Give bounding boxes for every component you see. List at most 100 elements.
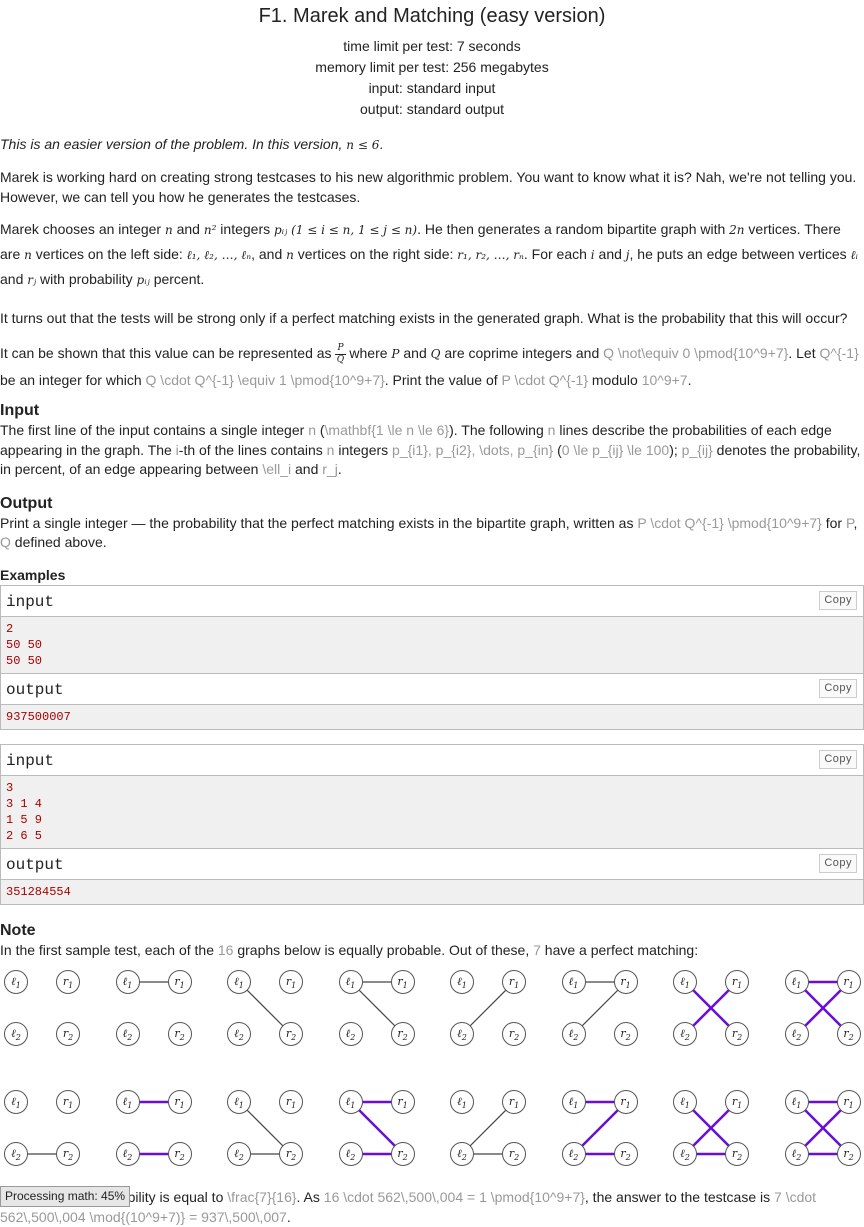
graph-vertex-r1: r1 [391, 1090, 415, 1114]
tex-fraction: \frac{7}{16} [227, 1189, 296, 1205]
example-output-label: output [6, 854, 64, 876]
example-2: input Copy 3 3 1 4 1 5 9 2 6 5 output Co… [0, 744, 864, 905]
graph-vertex-r2: r2 [279, 1142, 303, 1166]
input-text: . [338, 461, 342, 477]
bipartite-graph: ℓ1r1ℓ2r2 [558, 966, 644, 1052]
graph-vertex-l2: ℓ2 [562, 1022, 586, 1046]
math-pij: pᵢⱼ [137, 273, 150, 287]
tex-n-range: \mathbf{1 \le n \le 6} [325, 422, 450, 438]
graph-vertex-l1: ℓ1 [673, 970, 697, 994]
output-text: defined above. [11, 534, 107, 550]
graph-vertex-l1: ℓ1 [785, 1090, 809, 1114]
p2-text: vertices on the right side: [294, 246, 457, 262]
graph-vertex-r2: r2 [837, 1142, 861, 1166]
statement-p3: It turns out that the tests will be stro… [0, 306, 864, 330]
math-n: n [165, 223, 173, 237]
copy-button[interactable]: Copy [819, 591, 857, 610]
bipartite-graphs-grid: ℓ1r1ℓ2r2ℓ1r1ℓ2r2ℓ1r1ℓ2r2ℓ1r1ℓ2r2ℓ1r1ℓ2r2… [0, 966, 864, 1190]
graph-vertex-l2: ℓ2 [785, 1022, 809, 1046]
math-li: ℓᵢ [851, 248, 858, 262]
input-section-body: The first line of the input contains a s… [0, 421, 864, 480]
p2-text: integers [216, 221, 274, 237]
graph-vertex-r2: r2 [56, 1142, 80, 1166]
copy-button[interactable]: Copy [819, 679, 857, 698]
p2-text: percent. [150, 271, 204, 287]
bipartite-graph: ℓ1r1ℓ2r2 [223, 966, 309, 1052]
input-text: ). The following [449, 422, 548, 438]
graph-vertex-r1: r1 [837, 1090, 861, 1114]
graph-vertex-r1: r1 [391, 970, 415, 994]
bipartite-graph: ℓ1r1ℓ2r2 [0, 966, 86, 1052]
easy-version-note: This is an easier version of the problem… [0, 132, 864, 157]
example-input-text[interactable]: 3 3 1 4 1 5 9 2 6 5 [1, 776, 863, 848]
graph-vertex-r1: r1 [279, 1090, 303, 1114]
p2-text: vertices on the left side: [32, 246, 187, 262]
bipartite-graph: ℓ1r1ℓ2r2 [669, 1086, 755, 1172]
graph-vertex-r1: r1 [614, 970, 638, 994]
graph-vertex-r1: r1 [168, 970, 192, 994]
example-output-text[interactable]: 351284554 [1, 880, 863, 904]
input-section-title: Input [0, 401, 864, 421]
math-left-vertices: ℓ₁, ℓ₂, …, ℓₙ [187, 248, 251, 262]
note-text: have a perfect matching: [541, 942, 698, 958]
p4-text: be an integer for which [0, 372, 146, 388]
graph-vertex-r2: r2 [725, 1022, 749, 1046]
bipartite-graph: ℓ1r1ℓ2r2 [669, 966, 755, 1052]
tex-Q: Q [0, 534, 11, 550]
input-text: integers [334, 442, 392, 458]
example-output-text[interactable]: 937500007 [1, 705, 863, 729]
copy-button[interactable]: Copy [819, 750, 857, 769]
input-type: input: standard input [0, 78, 864, 99]
graph-vertex-l1: ℓ1 [450, 1090, 474, 1114]
example-input-label: input [6, 591, 54, 613]
fraction-denominator: Q [335, 355, 345, 366]
output-text: for [822, 515, 846, 531]
graph-vertex-r1: r1 [56, 970, 80, 994]
p2-text: with probability [36, 271, 136, 287]
graph-vertex-l2: ℓ2 [116, 1142, 140, 1166]
graph-vertex-l1: ℓ1 [562, 970, 586, 994]
note-intro: In the first sample test, each of the 16… [0, 941, 864, 961]
bipartite-graph: ℓ1r1ℓ2r2 [0, 1086, 86, 1172]
math-right-vertices: r₁, r₂, …, rₙ [457, 248, 524, 262]
statement-p1: Marek is working hard on creating strong… [0, 167, 864, 207]
math-P: P [391, 347, 399, 361]
p4-text: . Print the value of [385, 372, 502, 388]
p2-text: . For each [524, 246, 591, 262]
p2-text: and [0, 271, 27, 287]
p4-text: where [346, 345, 392, 361]
tex-n: n [308, 422, 316, 438]
example-input-text[interactable]: 2 50 50 50 50 [1, 617, 863, 673]
example-output-header: output Copy [1, 674, 863, 705]
graph-vertex-l1: ℓ1 [4, 1090, 28, 1114]
input-text: ); [669, 442, 681, 458]
copy-button[interactable]: Copy [819, 854, 857, 873]
example-1-output: output Copy 937500007 [0, 674, 864, 730]
example-input-label: input [6, 750, 54, 772]
graph-vertex-r2: r2 [502, 1142, 526, 1166]
math-n: n [286, 248, 294, 262]
output-section-title: Output [0, 494, 864, 514]
math-n: n [24, 248, 32, 262]
output-text: , [854, 515, 858, 531]
bipartite-graph: ℓ1r1ℓ2r2 [781, 966, 864, 1052]
graph-vertex-r1: r1 [279, 970, 303, 994]
easy-note-text: This is an easier version of the problem… [0, 136, 346, 152]
note-text: , the answer to the testcase is [585, 1189, 774, 1205]
p4-text: . [688, 372, 692, 388]
graph-vertex-r1: r1 [56, 1090, 80, 1114]
graph-vertex-r2: r2 [168, 1022, 192, 1046]
graph-vertex-r1: r1 [837, 970, 861, 994]
graph-vertex-l2: ℓ2 [339, 1022, 363, 1046]
tex-inverse-check: 16 \cdot 562\,500\,004 = 1 \pmod{10^9+7} [324, 1189, 585, 1205]
graph-vertex-r1: r1 [168, 1090, 192, 1114]
input-text: and [291, 461, 322, 477]
graph-vertex-l1: ℓ1 [339, 970, 363, 994]
bipartite-graph: ℓ1r1ℓ2r2 [335, 1086, 421, 1172]
tex-P: P [846, 515, 854, 531]
example-output-label: output [6, 679, 64, 701]
graph-vertex-r2: r2 [391, 1022, 415, 1046]
tex-answer-mod: P \cdot Q^{-1} \pmod{10^9+7} [637, 515, 822, 531]
graph-vertex-l2: ℓ2 [673, 1022, 697, 1046]
tex-q-not-equiv: Q \not\equiv 0 \pmod{10^9+7} [603, 345, 788, 361]
